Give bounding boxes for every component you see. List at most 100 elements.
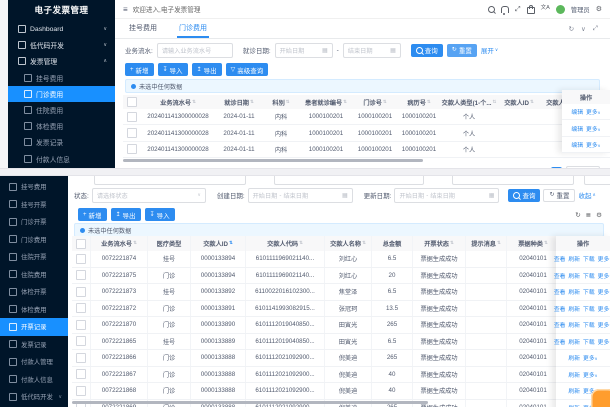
sidebar-item[interactable]: 住院费用 bbox=[8, 102, 115, 118]
sidebar-item[interactable]: 住院开票 bbox=[0, 248, 68, 266]
more-link[interactable]: 更多∨ bbox=[598, 254, 610, 263]
toolbar-button-export[interactable]: ↥导出 bbox=[111, 208, 141, 221]
collapse-link[interactable]: 收起∧ bbox=[578, 190, 595, 200]
toolbar-button-import[interactable]: ↧导入 bbox=[158, 63, 188, 76]
row-checkbox[interactable] bbox=[127, 112, 137, 122]
sidebar-item[interactable]: 挂号费用 bbox=[8, 70, 115, 86]
sidebar-item[interactable]: 门诊开票 bbox=[0, 213, 68, 231]
row-checkbox[interactable] bbox=[76, 270, 86, 280]
flow-input[interactable]: 请输入业务流水号 bbox=[157, 43, 233, 58]
view-link[interactable]: 查看 bbox=[554, 337, 566, 346]
floating-bubble[interactable] bbox=[591, 389, 610, 407]
edit-link[interactable]: 编辑 bbox=[571, 107, 583, 116]
sidebar-item[interactable]: 体检费用 bbox=[0, 301, 68, 319]
sidebar-item[interactable]: 体检费用 bbox=[8, 118, 115, 134]
row-checkbox[interactable] bbox=[76, 353, 86, 363]
more-link[interactable]: 更多∨ bbox=[598, 304, 610, 313]
sidebar-item[interactable]: 发票记录 bbox=[8, 134, 115, 150]
sort-icon[interactable]: ⇅ bbox=[427, 100, 431, 105]
toolbar-button-import[interactable]: ↧导入 bbox=[145, 208, 175, 221]
more-link[interactable]: 更多∨ bbox=[598, 287, 610, 296]
more-link[interactable]: 更多∨ bbox=[586, 107, 601, 116]
scrollbar-thumb[interactable] bbox=[123, 159, 423, 162]
sort-icon[interactable]: ⇅ bbox=[383, 100, 387, 105]
gear-icon[interactable]: ⚙ bbox=[596, 6, 602, 13]
toolbar-button-funnel[interactable]: ▽高级查询 bbox=[226, 63, 269, 76]
sidebar-item[interactable]: 开票记录 bbox=[0, 318, 68, 336]
view-link[interactable]: 查看 bbox=[554, 254, 566, 263]
scrollbar-thumb[interactable] bbox=[72, 401, 428, 404]
search-icon[interactable] bbox=[488, 6, 495, 13]
download-link[interactable]: 下载 bbox=[583, 320, 595, 329]
sidebar-item[interactable]: 体检开票 bbox=[0, 283, 68, 301]
download-link[interactable]: 下载 bbox=[583, 271, 595, 280]
sort-icon[interactable]: ⇅ bbox=[229, 241, 233, 246]
row-checkbox[interactable] bbox=[127, 144, 137, 154]
chevron-down-icon[interactable]: ∨ bbox=[581, 25, 586, 33]
lock-icon[interactable] bbox=[527, 7, 535, 14]
end-date-input[interactable]: 结束日期▦ bbox=[343, 43, 401, 58]
sidebar-item[interactable]: 低代码开发∨ bbox=[8, 37, 115, 53]
download-link[interactable]: 下载 bbox=[583, 287, 595, 296]
row-checkbox[interactable] bbox=[76, 386, 86, 396]
sort-icon[interactable]: ⇅ bbox=[493, 100, 497, 105]
create-date-range[interactable]: 开始日期-结束日期▦ bbox=[248, 188, 353, 203]
download-link[interactable]: 下载 bbox=[583, 254, 595, 263]
select-all-checkbox[interactable] bbox=[127, 97, 137, 107]
fullscreen-icon[interactable]: ⤢ bbox=[515, 6, 521, 13]
sort-icon[interactable]: ⇅ bbox=[286, 100, 290, 105]
row-checkbox[interactable] bbox=[76, 287, 86, 297]
sidebar-item[interactable]: 发票管理∧ bbox=[8, 53, 115, 69]
bell-icon[interactable] bbox=[501, 6, 509, 13]
start-date-input[interactable]: 开始日期▦ bbox=[275, 43, 333, 58]
row-checkbox[interactable] bbox=[76, 303, 86, 313]
sidebar-item[interactable]: 付款人管理 bbox=[0, 353, 68, 371]
menu-collapse-icon[interactable]: ≡ bbox=[123, 5, 128, 14]
sort-icon[interactable]: ⇅ bbox=[544, 241, 548, 246]
tab[interactable]: 门诊费用 bbox=[177, 19, 209, 38]
view-link[interactable]: 查看 bbox=[554, 271, 566, 280]
more-link[interactable]: 更多∨ bbox=[583, 353, 598, 362]
toolbar-button-export[interactable]: ↥导出 bbox=[192, 63, 222, 76]
sidebar-item[interactable]: Dashboard∨ bbox=[8, 21, 115, 37]
update-date-range[interactable]: 开始日期-结束日期▦ bbox=[394, 188, 499, 203]
tab[interactable]: 挂号费用 bbox=[127, 19, 159, 38]
refresh-icon[interactable]: ↻ bbox=[575, 211, 580, 219]
view-link[interactable]: 查看 bbox=[554, 320, 566, 329]
refresh-link[interactable]: 刷新 bbox=[568, 403, 580, 407]
row-checkbox[interactable] bbox=[127, 128, 137, 138]
clipped-filter-input[interactable] bbox=[94, 176, 246, 185]
toolbar-button-plus[interactable]: +新增 bbox=[125, 63, 154, 76]
sidebar-item[interactable]: 门诊费用 bbox=[0, 231, 68, 249]
search-button[interactable]: 查询 bbox=[411, 44, 443, 57]
download-link[interactable]: 下载 bbox=[583, 337, 595, 346]
refresh-link[interactable]: 刷新 bbox=[568, 271, 580, 280]
toolbar-button-plus[interactable]: +新增 bbox=[78, 208, 107, 221]
sort-icon[interactable]: ⇅ bbox=[343, 100, 347, 105]
row-checkbox[interactable] bbox=[76, 369, 86, 379]
search-button[interactable]: 查询 bbox=[508, 189, 540, 202]
sidebar-item[interactable]: 付款人信息 bbox=[8, 151, 115, 167]
sidebar-item[interactable]: 挂号开票 bbox=[0, 196, 68, 214]
refresh-link[interactable]: 刷新 bbox=[568, 287, 580, 296]
clipped-filter-input[interactable] bbox=[274, 176, 424, 185]
row-checkbox[interactable] bbox=[76, 254, 86, 264]
density-icon[interactable]: ≣ bbox=[586, 211, 591, 219]
select-all-checkbox[interactable] bbox=[76, 239, 86, 249]
sidebar-item[interactable]: 门诊费用 bbox=[8, 86, 115, 102]
more-link[interactable]: 更多∨ bbox=[586, 140, 601, 149]
refresh-link[interactable]: 刷新 bbox=[568, 254, 580, 263]
sort-icon[interactable]: ⇅ bbox=[133, 241, 137, 246]
translate-icon[interactable]: 文A bbox=[541, 6, 550, 12]
avatar[interactable] bbox=[556, 5, 565, 14]
refresh-link[interactable]: 刷新 bbox=[568, 320, 580, 329]
sort-icon[interactable]: ⇅ bbox=[192, 100, 196, 105]
refresh-icon[interactable]: ↻ bbox=[569, 25, 574, 33]
more-link[interactable]: 更多∨ bbox=[583, 370, 598, 379]
sort-icon[interactable]: ⇅ bbox=[299, 241, 303, 246]
sidebar-item[interactable]: 发票记录 bbox=[0, 336, 68, 354]
clipped-filter-input[interactable] bbox=[584, 176, 610, 185]
sort-icon[interactable]: ⇅ bbox=[250, 100, 254, 105]
new-window-icon[interactable]: ⤢ bbox=[593, 25, 598, 33]
edit-link[interactable]: 编辑 bbox=[571, 140, 583, 149]
